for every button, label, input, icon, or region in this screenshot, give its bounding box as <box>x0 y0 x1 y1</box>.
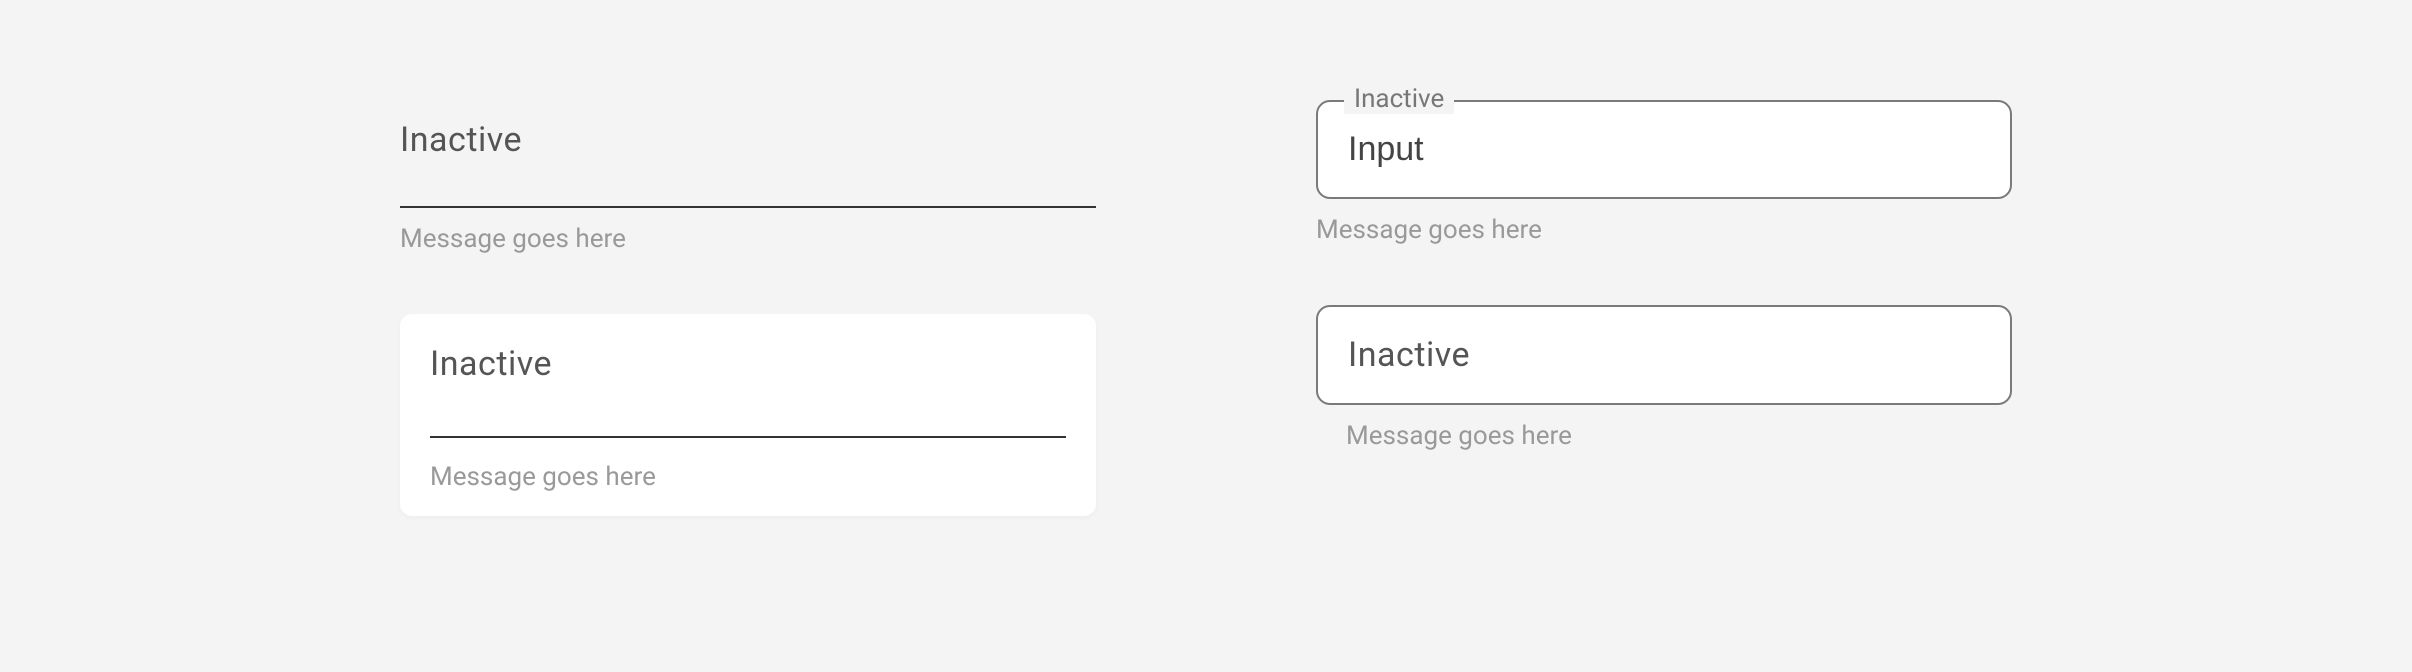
form-fields-grid: Inactive Message goes here Inactive Mess… <box>0 0 2412 596</box>
text-field-underline: Inactive Message goes here <box>400 120 1096 254</box>
text-field-outlined-control[interactable]: Inactive <box>1316 305 2012 405</box>
helper-text: Message goes here <box>400 224 1096 254</box>
right-column: Inactive Message goes here Inactive Mess… <box>1316 100 2012 516</box>
text-field-underline-control[interactable]: Inactive <box>400 120 1096 208</box>
text-field-filled: Inactive Message goes here <box>400 314 1096 516</box>
left-column: Inactive Message goes here Inactive Mess… <box>400 120 1096 516</box>
helper-text: Message goes here <box>1316 421 2012 451</box>
text-field-outlined-float-control[interactable]: Inactive <box>1316 100 2012 199</box>
text-field-outlined: Inactive Message goes here <box>1316 305 2012 451</box>
floating-label: Inactive <box>1344 84 1454 114</box>
outlined-box <box>1316 100 2012 199</box>
text-field-outlined-float: Inactive Message goes here <box>1316 100 2012 245</box>
text-field-filled-control[interactable]: Inactive Message goes here <box>400 314 1096 516</box>
text-input[interactable] <box>1348 130 1980 169</box>
helper-text: Message goes here <box>1316 215 2012 245</box>
